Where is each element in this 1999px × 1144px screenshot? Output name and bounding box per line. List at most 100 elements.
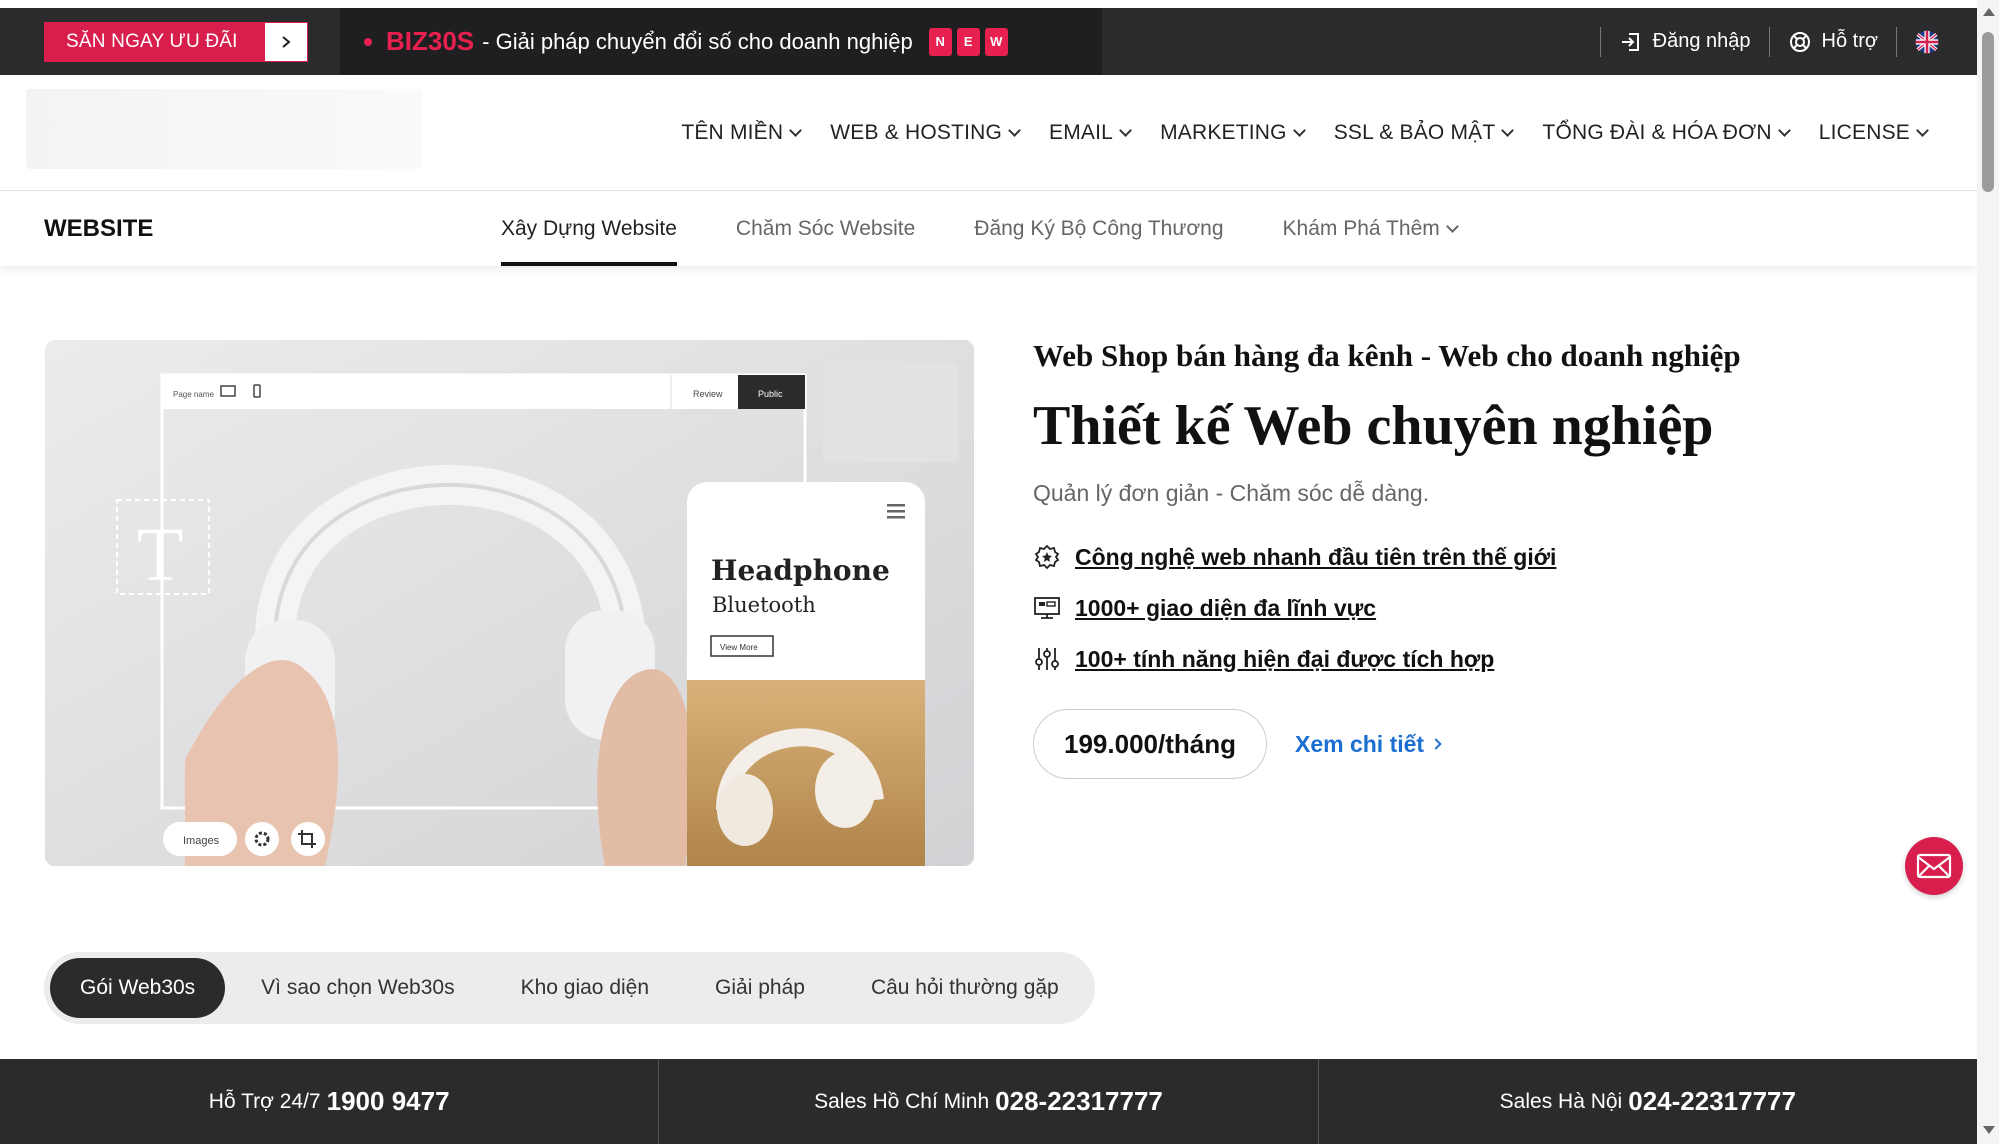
hero-subtitle: Web Shop bán hàng đa kênh - Web cho doan… (1033, 338, 1741, 373)
top-right-links: Đăng nhập Hỗ trợ (1582, 8, 1939, 75)
price-row: 199.000/tháng Xem chi tiết (1033, 709, 1933, 779)
tab-label: Xây Dựng Website (501, 217, 677, 240)
promo-button[interactable]: SĂN NGAY ƯU ĐÃI (44, 22, 308, 62)
sales-hanoi[interactable]: Sales Hà Nội 024-22317777 (1319, 1059, 1977, 1144)
sales-hcm[interactable]: Sales Hồ Chí Minh 028-22317777 (659, 1059, 1319, 1144)
tab-label: Khám Phá Thêm (1282, 217, 1440, 240)
sub-tabs: Xây Dựng Website Chăm Sóc Website Đăng K… (501, 192, 1459, 266)
tab-explore-more[interactable]: Khám Phá Thêm (1282, 192, 1459, 266)
language-switch[interactable] (1915, 30, 1939, 54)
scroll-up-arrow-icon[interactable] (1983, 8, 1995, 16)
chevron-down-icon (789, 124, 803, 137)
nav-item-label: SSL & BẢO MẬT (1333, 121, 1496, 144)
price-tag: 199.000/tháng (1033, 709, 1267, 779)
hotline-number: 028-22317777 (995, 1086, 1163, 1116)
nav-item-marketing[interactable]: MARKETING (1160, 121, 1306, 145)
sliders-icon (1033, 645, 1061, 673)
logo[interactable] (26, 89, 422, 169)
phone-view-more: View More (720, 643, 758, 652)
nav-item-label: LICENSE (1818, 121, 1910, 144)
tab-why-web30s[interactable]: Vì sao chọn Web30s (231, 958, 484, 1018)
nav-item-license[interactable]: LICENSE (1818, 121, 1929, 145)
feature-fast-web[interactable]: Công nghệ web nhanh đầu tiên trên thế gi… (1033, 543, 1933, 571)
chevron-down-icon (1501, 124, 1515, 137)
chevron-down-icon (1119, 124, 1132, 137)
hero-description: Quản lý đơn giản - Chăm sóc dễ dàng. (1033, 480, 1430, 506)
new-badge-letter: E (956, 27, 980, 56)
nav-item-email[interactable]: EMAIL (1049, 121, 1132, 145)
editor-review: Review (693, 389, 723, 399)
nav-item-label: EMAIL (1049, 121, 1114, 144)
login-link[interactable]: Đăng nhập (1619, 30, 1751, 54)
top-announcement-bar: SĂN NGAY ƯU ĐÃI BIZ30S - Giải pháp chuyể… (0, 8, 1977, 75)
promo-button-label: SĂN NGAY ƯU ĐÃI (44, 22, 264, 62)
feature-templates[interactable]: 1000+ giao diện đa lĩnh vực (1033, 594, 1933, 622)
chevron-right-icon (1430, 738, 1442, 750)
support-link[interactable]: Hỗ trợ (1788, 30, 1878, 54)
scrollbar-thumb[interactable] (1982, 32, 1994, 192)
editor-public: Public (758, 389, 783, 399)
uk-flag-icon (1915, 30, 1939, 54)
support-label: Hỗ trợ (1821, 30, 1878, 52)
scroll-down-arrow-icon[interactable] (1983, 1126, 1995, 1134)
nav-item-ssl-security[interactable]: SSL & BẢO MẬT (1333, 121, 1515, 145)
chevron-down-icon (1916, 124, 1929, 137)
tab-faq[interactable]: Câu hỏi thường gặp (841, 958, 1089, 1018)
nav-item-domain[interactable]: TÊN MIỀN (681, 121, 803, 145)
view-detail-label: Xem chi tiết (1294, 730, 1425, 757)
badge-icon (1033, 543, 1061, 571)
feature-text: 100+ tính năng hiện đại được tích hợp (1075, 645, 1495, 672)
tab-solutions[interactable]: Giải pháp (685, 958, 835, 1018)
chevron-right-icon (263, 22, 308, 62)
phone-title: Headphone (711, 554, 890, 587)
nav-item-label: TÊN MIỀN (681, 121, 784, 144)
hotline-label: Sales Hà Nội (1499, 1089, 1623, 1113)
section-tabs: Gói Web30s Vì sao chọn Web30s Kho giao d… (44, 952, 1095, 1024)
contact-mail-button[interactable] (1905, 837, 1963, 895)
tab-label: Chăm Sóc Website (735, 217, 916, 240)
hotline-label: Sales Hồ Chí Minh (814, 1089, 990, 1113)
tab-label: Đăng Ký Bộ Công Thương (974, 217, 1224, 240)
login-label: Đăng nhập (1652, 30, 1751, 52)
tab-build-website[interactable]: Xây Dựng Website (501, 192, 677, 266)
tab-web30s-packages[interactable]: Gói Web30s (50, 958, 226, 1018)
nav-item-label: WEB & HOSTING (830, 121, 1003, 144)
announcement-brand: BIZ30S (386, 26, 475, 56)
support-hotline[interactable]: Hỗ Trợ 24/7 1900 9477 (0, 1059, 660, 1144)
nav-item-label: TỔNG ĐÀI & HÓA ĐƠN (1542, 121, 1772, 144)
tab-ministry-registration[interactable]: Đăng Ký Bộ Công Thương (974, 192, 1223, 266)
main-menu: TÊN MIỀN WEB & HOSTING EMAIL MARKETING S… (681, 75, 1929, 191)
nav-item-label: MARKETING (1160, 121, 1287, 144)
divider (1599, 26, 1601, 57)
tab-website-care[interactable]: Chăm Sóc Website (736, 192, 915, 266)
feature-modern[interactable]: 100+ tính năng hiện đại được tích hợp (1033, 645, 1933, 673)
sub-navigation: WEBSITE Xây Dựng Website Chăm Sóc Websit… (0, 192, 1977, 266)
lifebuoy-icon (1788, 30, 1812, 54)
chevron-down-icon (1445, 220, 1459, 233)
hero-content: Web Shop bán hàng đa kênh - Web cho doan… (1033, 338, 1933, 779)
chevron-down-icon (1292, 124, 1306, 137)
mail-icon (1916, 853, 1952, 879)
feature-text: 1000+ giao diện đa lĩnh vực (1075, 594, 1377, 621)
nav-item-callcenter-invoice[interactable]: TỔNG ĐÀI & HÓA ĐƠN (1542, 121, 1791, 145)
view-detail-link[interactable]: Xem chi tiết (1294, 730, 1442, 758)
chevron-down-icon (1008, 124, 1021, 137)
bullet-dot (364, 37, 372, 46)
feature-text: Công nghệ web nhanh đầu tiên trên thế gi… (1075, 543, 1557, 570)
announcement[interactable]: BIZ30S - Giải pháp chuyển đổi số cho doa… (340, 8, 1102, 75)
website-builder-illustration: Page name Review Public T Headphone Blue… (45, 340, 974, 866)
editor-page-name: Page name (173, 390, 214, 399)
contact-footer-bar: Hỗ Trợ 24/7 1900 9477 Sales Hồ Chí Minh … (0, 1059, 1977, 1144)
announcement-message: - Giải pháp chuyển đổi số cho doanh nghi… (482, 28, 913, 54)
nav-item-web-hosting[interactable]: WEB & HOSTING (830, 121, 1021, 145)
hotline-label: Hỗ Trợ 24/7 (208, 1089, 321, 1113)
tab-templates[interactable]: Kho giao diện (491, 958, 679, 1018)
svg-text:T: T (137, 513, 183, 597)
hero-image: Page name Review Public T Headphone Blue… (45, 340, 974, 866)
main-navigation: TÊN MIỀN WEB & HOSTING EMAIL MARKETING S… (0, 75, 1977, 191)
layout-icon (1033, 594, 1061, 622)
new-badge-letter: W (984, 27, 1008, 56)
divider (1896, 26, 1897, 57)
section-title: WEBSITE (44, 215, 154, 242)
hotline-number: 024-22317777 (1628, 1086, 1796, 1116)
